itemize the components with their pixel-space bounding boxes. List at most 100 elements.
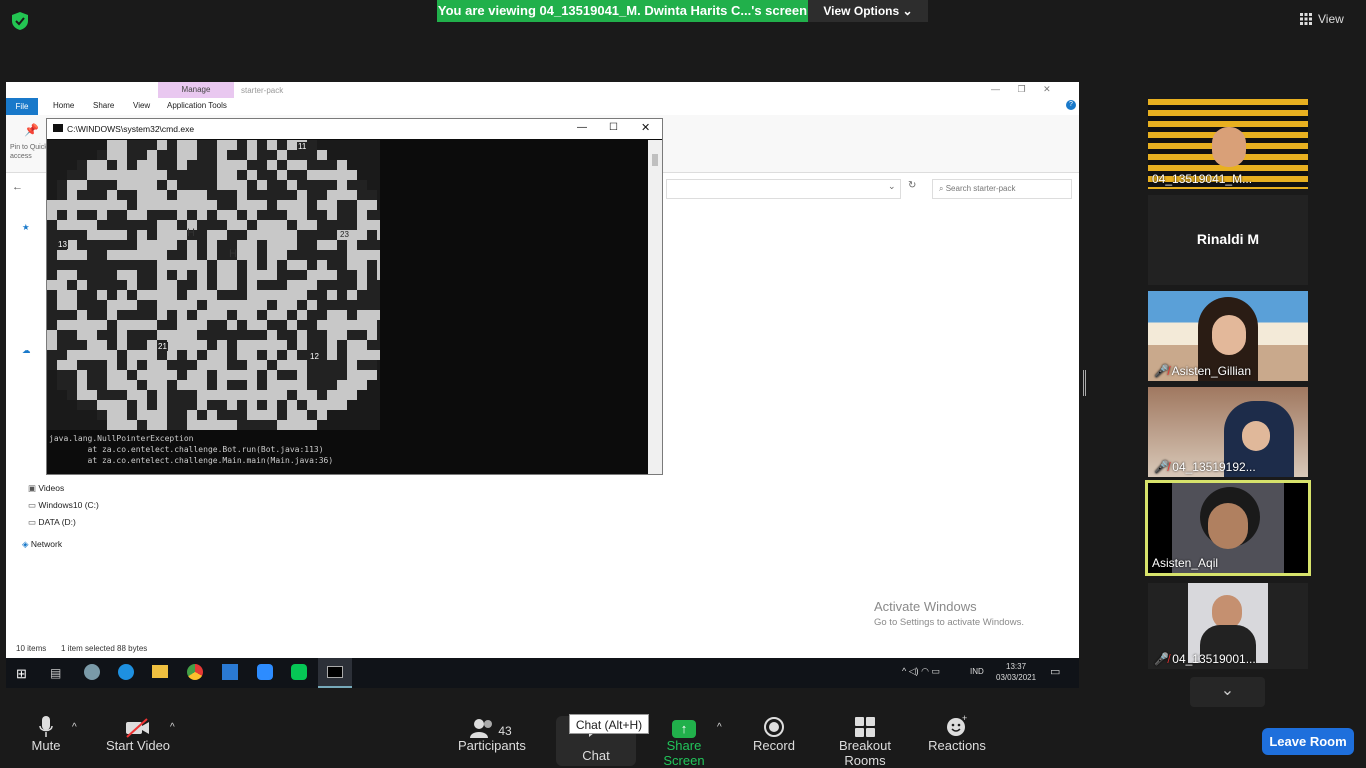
map-dirt-cell: [227, 350, 237, 360]
map-dirt-cell: [117, 390, 127, 400]
tab-share[interactable]: Share: [93, 101, 114, 110]
view-options-button[interactable]: View Options ⌄: [808, 0, 928, 22]
tab-application-tools[interactable]: Application Tools: [167, 101, 227, 110]
cmd-scrollbar[interactable]: [648, 140, 662, 474]
map-dirt-cell: [237, 140, 247, 150]
shared-screen[interactable]: Manage starter-pack — ❐ ✕ File Home Shar…: [6, 82, 1079, 688]
video-tile[interactable]: 🎤̸ 04_13519192...: [1148, 387, 1308, 477]
video-tile[interactable]: 🎤̸ Asisten_Gillian: [1148, 291, 1308, 381]
video-tile[interactable]: Rinaldi M: [1148, 195, 1308, 285]
window-controls[interactable]: — ❐ ✕: [991, 84, 1051, 95]
map-dirt-cell: [207, 340, 217, 350]
map-dirt-cell: [377, 340, 380, 350]
nav-item-d-drive[interactable]: ▭ DATA (D:): [28, 517, 76, 528]
chevron-down-icon: ⌄: [1220, 682, 1235, 699]
security-shield-icon[interactable]: [10, 11, 30, 31]
map-dirt-cell: [297, 250, 307, 260]
onedrive-icon[interactable]: ☁: [22, 345, 31, 356]
notification-icon[interactable]: ▭: [1050, 665, 1060, 678]
gallery-next-button[interactable]: ⌄: [1190, 677, 1265, 707]
windows-start-icon[interactable]: ⊞: [16, 666, 27, 682]
map-dirt-cell: [47, 350, 57, 360]
folder-icon[interactable]: [152, 665, 168, 678]
nav-item-videos[interactable]: ▣ Videos: [28, 483, 64, 494]
share-screen-button[interactable]: ↑ Share Screen: [648, 712, 720, 768]
clock[interactable]: 13:37 03/03/2021: [996, 661, 1036, 683]
cmd-titlebar[interactable]: C:\WINDOWS\system32\cmd.exe — ☐ ✕: [47, 119, 662, 139]
chrome-icon[interactable]: [187, 664, 203, 680]
reactions-button[interactable]: + Reactions: [928, 712, 986, 753]
mute-button[interactable]: Mute: [26, 712, 66, 753]
map-dirt-cell: [177, 370, 187, 380]
map-dirt-cell: [287, 270, 297, 280]
map-dirt-cell: [337, 370, 347, 380]
map-void-cell: [357, 400, 367, 410]
cmd-taskbar-item[interactable]: [318, 658, 352, 688]
map-dirt-cell: [197, 160, 207, 170]
map-dirt-cell: [177, 250, 187, 260]
map-dirt-cell: [107, 220, 117, 230]
share-options-caret[interactable]: ^: [717, 722, 722, 733]
path-box[interactable]: [666, 179, 901, 199]
map-dirt-cell: [217, 190, 227, 200]
view-button[interactable]: View: [1300, 8, 1360, 30]
search-input[interactable]: ⌕ Search starter-pack: [932, 179, 1072, 199]
map-dirt-cell: [207, 370, 217, 380]
leave-room-button[interactable]: Leave Room: [1262, 728, 1354, 755]
map-dirt-cell: [47, 220, 57, 230]
maximize-button[interactable]: ☐: [609, 122, 618, 133]
map-dirt-cell: [207, 380, 217, 390]
video-options-caret[interactable]: ^: [170, 722, 175, 733]
map-dirt-cell: [137, 330, 147, 340]
line-icon[interactable]: [291, 664, 307, 680]
map-dirt-cell: [97, 370, 107, 380]
manage-tab[interactable]: Manage: [158, 82, 234, 98]
pin-icon[interactable]: 📌: [24, 123, 39, 137]
quick-access-icon[interactable]: ★: [22, 222, 30, 233]
active-speaker-tile[interactable]: Asisten_Aqil: [1145, 480, 1311, 576]
breakout-rooms-button[interactable]: Breakout Rooms: [820, 712, 910, 768]
back-arrow-icon[interactable]: ←: [12, 181, 23, 193]
edge-icon[interactable]: [118, 664, 134, 680]
map-dirt-cell: [137, 220, 147, 230]
tray-icons[interactable]: ^ ◁) ◠ ▭: [902, 666, 940, 677]
mute-options-caret[interactable]: ^: [72, 722, 77, 733]
pin-label: Pin to Quick access: [10, 144, 48, 160]
close-button[interactable]: ✕: [641, 121, 650, 134]
participant-name: Asisten_Aqil: [1152, 556, 1219, 570]
start-video-button[interactable]: Start Video: [104, 712, 172, 753]
app-icon[interactable]: [84, 664, 100, 680]
help-icon[interactable]: ?: [1066, 100, 1076, 110]
scroll-thumb[interactable]: [652, 154, 658, 166]
nav-item-c-drive[interactable]: ▭ Windows10 (C:): [28, 500, 99, 511]
cmd-window[interactable]: C:\WINDOWS\system32\cmd.exe — ☐ ✕ 11 13 …: [46, 118, 663, 475]
map-dirt-cell: [127, 200, 137, 210]
map-dirt-cell: [337, 270, 347, 280]
record-button[interactable]: Record: [752, 712, 796, 753]
video-tile[interactable]: 🎤̸ 04_13519001...: [1148, 583, 1308, 669]
video-tile[interactable]: 04_13519041_M...: [1148, 99, 1308, 189]
tab-file[interactable]: File: [6, 98, 38, 115]
minimize-button[interactable]: —: [577, 122, 587, 133]
zoom-icon[interactable]: [257, 664, 273, 680]
chevron-down-icon[interactable]: ⌄: [888, 181, 896, 192]
refresh-icon[interactable]: ↻: [908, 180, 916, 191]
map-void-cell: [377, 400, 380, 410]
nav-item-network[interactable]: ◈ Network: [22, 539, 62, 550]
tab-home[interactable]: Home: [53, 101, 74, 110]
map-void-cell: [87, 150, 97, 160]
panel-resize-handle[interactable]: [1083, 370, 1086, 396]
map-dirt-cell: [87, 280, 97, 290]
map-dirt-cell: [117, 240, 127, 250]
tab-view[interactable]: View: [133, 101, 150, 110]
map-dirt-cell: [207, 400, 217, 410]
task-view-icon[interactable]: ▤: [50, 666, 61, 680]
participants-button[interactable]: 43 Participants: [458, 712, 526, 753]
map-void-cell: [367, 150, 377, 160]
windows-taskbar: ⊞ ▤ ^ ◁) ◠ ▭ IND 13:37 03/03/2021 ▭: [6, 658, 1079, 688]
language-indicator[interactable]: IND: [970, 667, 984, 676]
map-dirt-cell: [357, 190, 367, 200]
vscode-icon[interactable]: [222, 664, 238, 680]
map-dirt-cell: [257, 150, 267, 160]
map-void-cell: [347, 150, 357, 160]
